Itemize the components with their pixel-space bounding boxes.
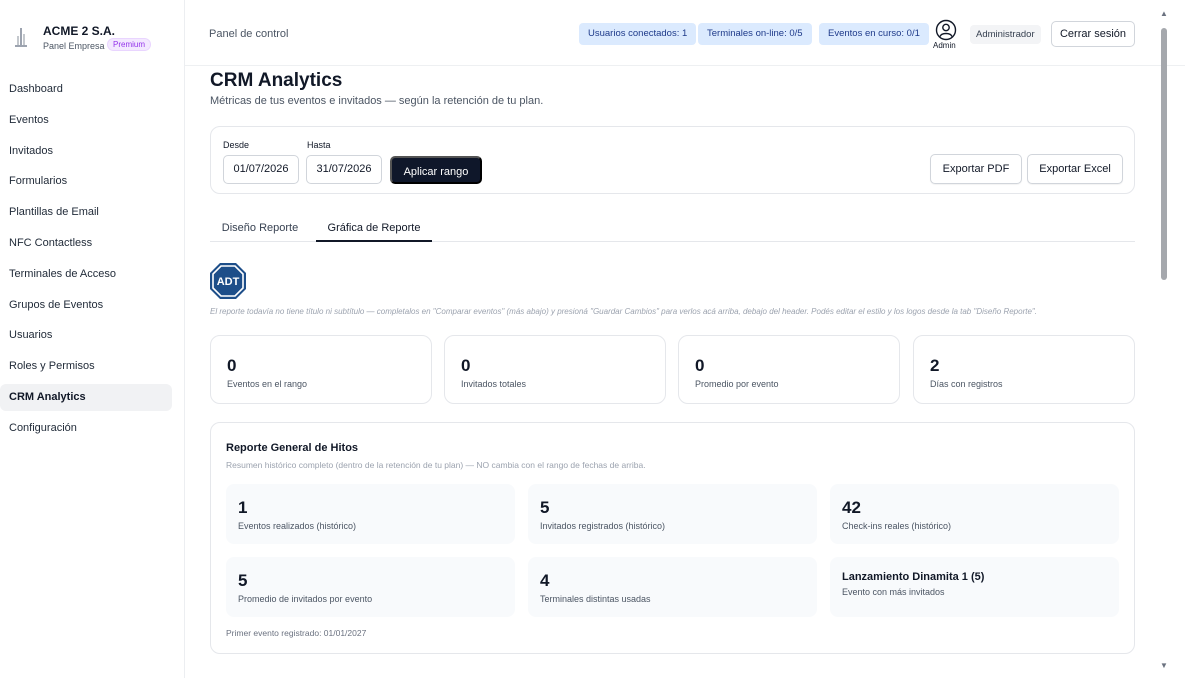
top-header: Panel de control Usuarios conectados: 1 … xyxy=(185,0,1185,66)
stat-label: Días con registros xyxy=(930,379,1003,389)
stat-value: 0 xyxy=(695,356,705,375)
scroll-up-icon[interactable]: ▲ xyxy=(1160,9,1168,18)
milestone-terminals: 4 Terminales distintas usadas xyxy=(528,557,817,617)
company-name: ACME 2 S.A. xyxy=(43,24,116,38)
stat-card-days: 2 Días con registros xyxy=(913,335,1135,404)
export-excel-button[interactable]: Exportar Excel xyxy=(1027,154,1123,184)
sidebar-item-configuracion[interactable]: Configuración xyxy=(0,415,172,442)
stat-label: Invitados totales xyxy=(461,379,527,389)
logout-button[interactable]: Cerrar sesión xyxy=(1051,21,1135,47)
milestone-value: 1 xyxy=(238,498,248,517)
milestone-events: 1 Eventos realizados (histórico) xyxy=(226,484,515,544)
from-label: Desde xyxy=(223,140,250,150)
apply-range-button[interactable]: Aplicar rango xyxy=(390,156,482,184)
tab-diseno-reporte[interactable]: Diseño Reporte xyxy=(210,214,310,242)
milestone-label: Eventos realizados (histórico) xyxy=(238,521,357,531)
milestone-label: Promedio de invitados por evento xyxy=(238,594,373,604)
milestone-checkins: 42 Check-ins reales (histórico) xyxy=(830,484,1119,544)
page-title: CRM Analytics xyxy=(210,70,343,91)
stat-label: Eventos en el rango xyxy=(227,379,308,389)
events-running-badge: Eventos en curso: 0/1 xyxy=(819,23,929,45)
from-date-input[interactable]: 01/07/2026 xyxy=(223,155,299,184)
brand: ACME 2 S.A. Panel Empresa Premium xyxy=(10,20,180,60)
milestone-label: Invitados registrados (histórico) xyxy=(540,521,666,531)
sidebar-nav: Dashboard Eventos Invitados Formularios … xyxy=(0,76,185,446)
stat-card-guests: 0 Invitados totales xyxy=(444,335,666,404)
export-pdf-button[interactable]: Exportar PDF xyxy=(930,154,1022,184)
sidebar-item-terminales[interactable]: Terminales de Acceso xyxy=(0,261,172,288)
admin-label: Admin xyxy=(933,41,956,50)
sidebar-item-grupos-eventos[interactable]: Grupos de Eventos xyxy=(0,292,172,319)
premium-badge: Premium xyxy=(107,38,152,51)
milestone-average-guests: 5 Promedio de invitados por evento xyxy=(226,557,515,617)
milestone-value: 4 xyxy=(540,571,550,590)
to-label: Hasta xyxy=(307,140,331,150)
sidebar-item-crm-analytics[interactable]: CRM Analytics xyxy=(0,383,172,411)
milestone-label: Evento con más invitados xyxy=(842,587,945,597)
milestone-top-event: Lanzamiento Dinamita 1 (5) Evento con má… xyxy=(830,557,1119,617)
report-tabs: Diseño Reporte Gráfica de Reporte xyxy=(210,214,1135,242)
building-icon xyxy=(15,28,27,47)
user-circle-icon[interactable] xyxy=(935,19,957,41)
adt-octagon-icon: ADT xyxy=(210,263,246,299)
sidebar-item-usuarios[interactable]: Usuarios xyxy=(0,322,172,349)
scroll-down-icon[interactable]: ▼ xyxy=(1160,661,1168,670)
milestone-guests: 5 Invitados registrados (histórico) xyxy=(528,484,817,544)
milestone-value: Lanzamiento Dinamita 1 (5) xyxy=(842,571,985,583)
sidebar-item-formularios[interactable]: Formularios xyxy=(0,168,172,195)
header-title: Panel de control xyxy=(209,28,289,40)
milestones-subtitle: Resumen histórico completo (dentro de la… xyxy=(226,460,646,470)
stat-value: 2 xyxy=(930,356,940,375)
sidebar-item-roles[interactable]: Roles y Permisos xyxy=(0,353,172,380)
report-info-note: El reporte todavía no tiene título ni su… xyxy=(210,307,1037,316)
date-range-card: Desde 01/07/2026 Hasta 31/07/2026 Aplica… xyxy=(210,126,1135,194)
first-event-note: Primer evento registrado: 01/01/2027 xyxy=(226,628,367,638)
milestone-label: Terminales distintas usadas xyxy=(540,594,651,604)
scrollbar-thumb[interactable] xyxy=(1161,28,1167,280)
sidebar-item-invitados[interactable]: Invitados xyxy=(0,138,172,165)
sidebar: ACME 2 S.A. Panel Empresa Premium Dashbo… xyxy=(0,0,185,678)
milestones-title: Reporte General de Hitos xyxy=(226,442,359,454)
users-connected-badge: Usuarios conectados: 1 xyxy=(579,23,697,45)
milestone-value: 5 xyxy=(238,571,248,590)
stat-card-average: 0 Promedio por evento xyxy=(678,335,900,404)
milestones-report-card: Reporte General de Hitos Resumen históri… xyxy=(210,422,1135,654)
tab-grafica-reporte[interactable]: Gráfica de Reporte xyxy=(316,214,432,242)
adt-logo-text: ADT xyxy=(217,276,240,288)
sidebar-item-plantillas-email[interactable]: Plantillas de Email xyxy=(0,199,172,226)
to-date-input[interactable]: 31/07/2026 xyxy=(306,155,382,184)
role-badge: Administrador xyxy=(970,25,1041,44)
milestone-value: 42 xyxy=(842,498,861,517)
sidebar-item-nfc[interactable]: NFC Contactless xyxy=(0,230,172,257)
page-subtitle: Métricas de tus eventos e invitados — se… xyxy=(210,95,544,107)
stat-card-events: 0 Eventos en el rango xyxy=(210,335,432,404)
stat-value: 0 xyxy=(227,356,237,375)
terminals-online-badge: Terminales on-line: 0/5 xyxy=(698,23,812,45)
sidebar-item-eventos[interactable]: Eventos xyxy=(0,107,172,134)
stat-value: 0 xyxy=(461,356,471,375)
sidebar-item-dashboard[interactable]: Dashboard xyxy=(0,76,172,103)
milestone-label: Check-ins reales (histórico) xyxy=(842,521,952,531)
panel-label: Panel Empresa xyxy=(43,41,105,51)
stat-label: Promedio por evento xyxy=(695,379,779,389)
milestone-value: 5 xyxy=(540,498,550,517)
